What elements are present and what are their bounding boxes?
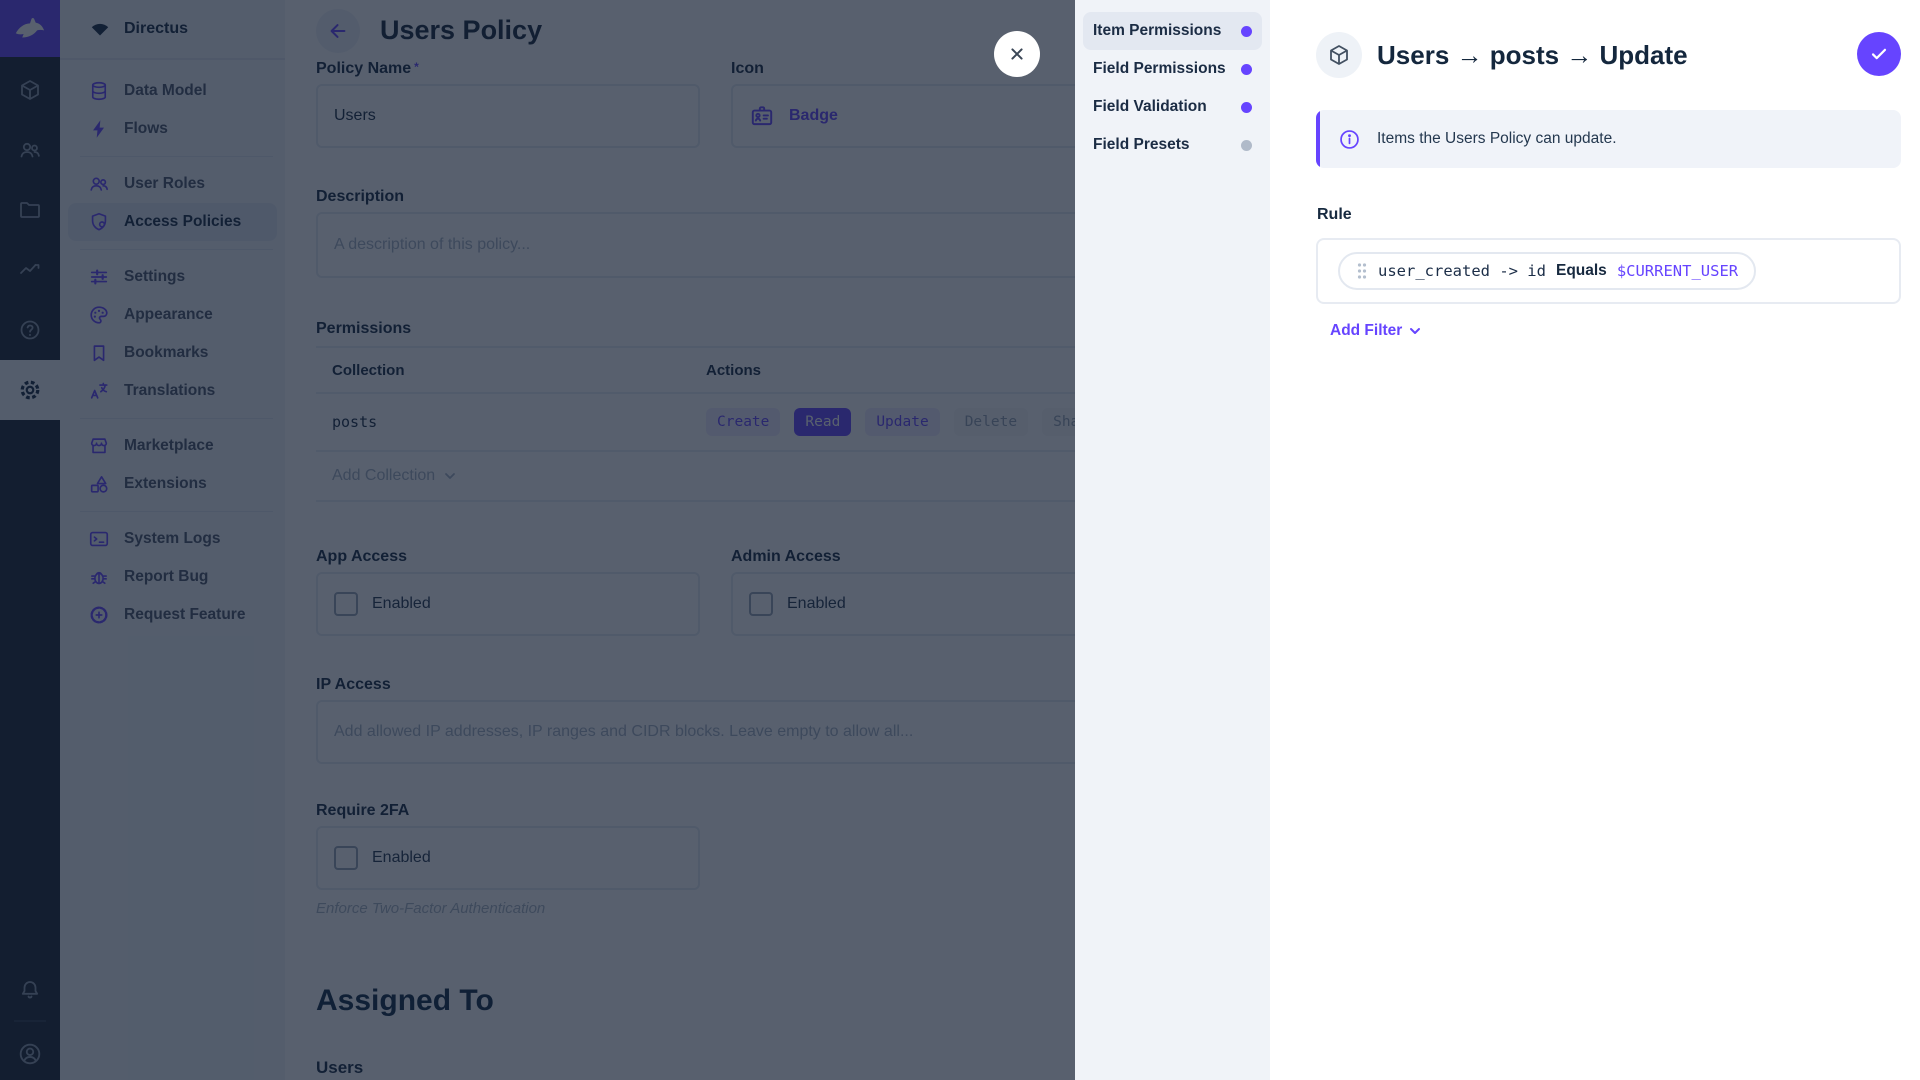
tab-field-validation[interactable]: Field Validation [1083, 88, 1262, 126]
close-icon [1006, 43, 1028, 65]
drawer-content: Users → posts → Update Items the Users P… [1270, 0, 1920, 1080]
drawer-title: Users → posts → Update [1377, 40, 1688, 71]
check-icon [1868, 43, 1890, 65]
status-dot [1241, 140, 1252, 151]
filter-operator[interactable]: Equals [1556, 262, 1607, 280]
filter-rule-pill[interactable]: user_created -> id Equals $CURRENT_USER [1338, 252, 1756, 290]
drawer-tab-list: Item Permissions Field Permissions Field… [1075, 0, 1270, 1080]
status-dot [1241, 102, 1252, 113]
info-icon [1338, 128, 1361, 151]
rule-filter-container: user_created -> id Equals $CURRENT_USER [1316, 238, 1901, 304]
info-notice: Items the Users Policy can update. [1316, 110, 1901, 168]
tab-field-permissions[interactable]: Field Permissions [1083, 50, 1262, 88]
filter-field-path[interactable]: user_created -> id [1378, 262, 1546, 280]
add-filter-button[interactable]: Add Filter [1330, 322, 1422, 340]
directus-app: Directus Data Model Flows User Roles [0, 0, 1920, 1080]
tab-label: Field Permissions [1093, 60, 1226, 78]
status-dot [1241, 26, 1252, 37]
notice-text: Items the Users Policy can update. [1377, 130, 1617, 148]
rule-label: Rule [1317, 206, 1352, 224]
tab-label: Field Presets [1093, 136, 1190, 154]
save-button[interactable] [1857, 32, 1901, 76]
drawer-overlay[interactable] [0, 0, 1075, 1080]
drawer-header-badge [1316, 32, 1362, 78]
cube-icon [1327, 43, 1351, 67]
tab-label: Field Validation [1093, 98, 1207, 116]
drag-handle-icon[interactable] [1356, 261, 1368, 281]
status-dot [1241, 64, 1252, 75]
tab-label: Item Permissions [1093, 22, 1221, 40]
tab-field-presets[interactable]: Field Presets [1083, 126, 1262, 164]
chevron-down-icon [1408, 324, 1422, 338]
filter-value[interactable]: $CURRENT_USER [1617, 262, 1738, 280]
tab-item-permissions[interactable]: Item Permissions [1083, 12, 1262, 50]
drawer-close-button[interactable] [994, 31, 1040, 77]
